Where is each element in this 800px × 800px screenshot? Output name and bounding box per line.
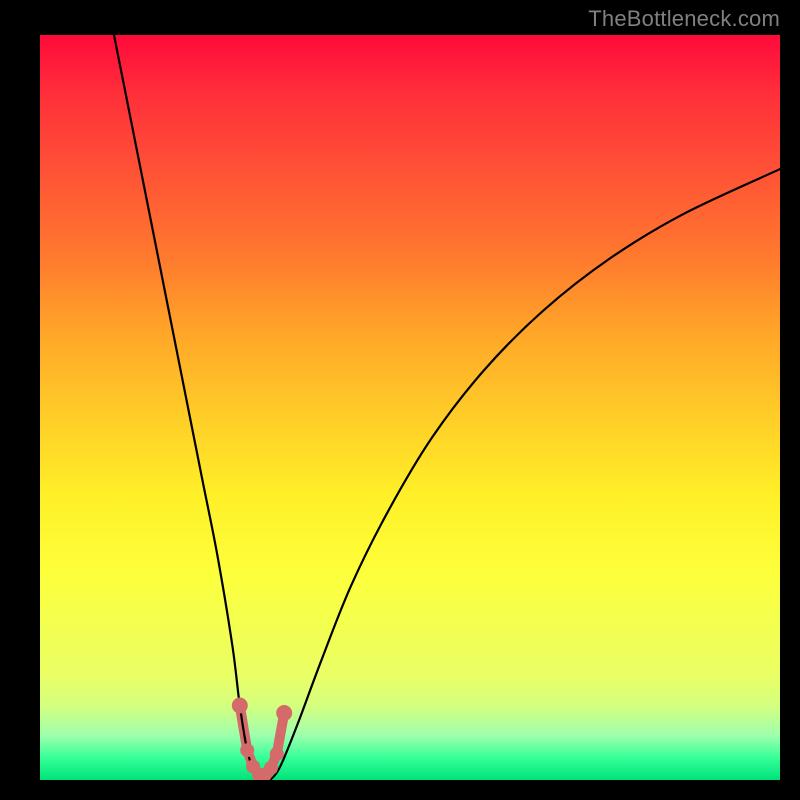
marker-dot — [276, 705, 292, 721]
marker-dot — [240, 743, 254, 757]
watermark-text: TheBottleneck.com — [588, 6, 780, 32]
marker-dot — [232, 698, 248, 714]
plot-area — [40, 35, 780, 780]
marker-dot — [270, 747, 284, 761]
bottleneck-curve — [114, 35, 780, 780]
chart-frame: TheBottleneck.com — [0, 0, 800, 800]
chart-svg — [40, 35, 780, 780]
marker-dot — [264, 761, 278, 775]
